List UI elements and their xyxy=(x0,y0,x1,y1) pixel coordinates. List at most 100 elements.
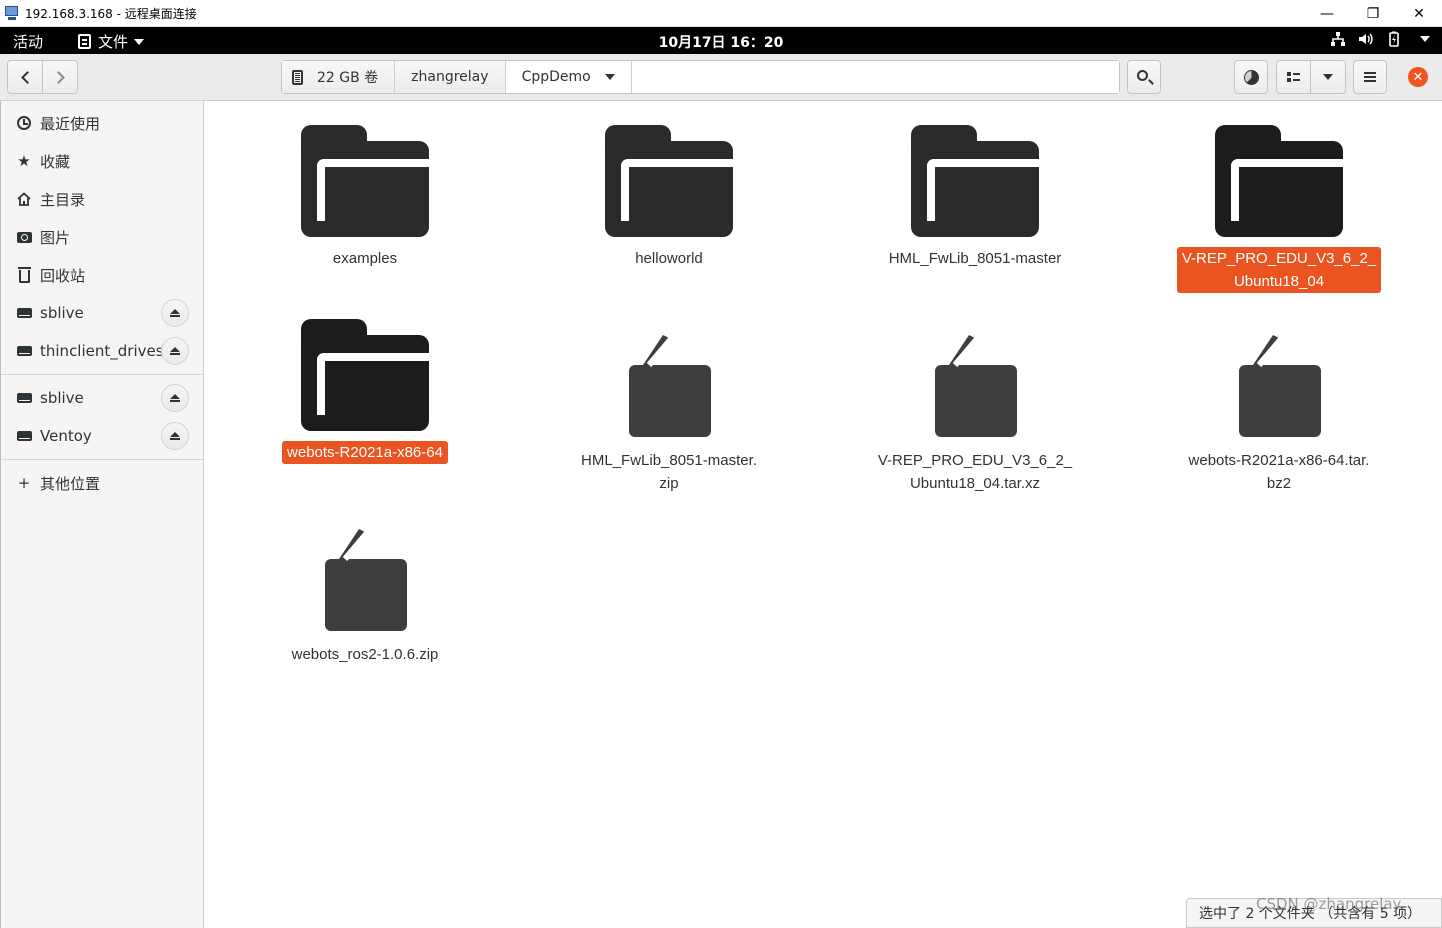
sidebar-item-pictures[interactable]: 图片 xyxy=(1,218,204,256)
eject-button[interactable] xyxy=(161,337,189,365)
plus-icon: + xyxy=(17,474,31,492)
drive-icon xyxy=(16,390,32,406)
sidebar-divider xyxy=(1,374,204,375)
file-item-archive[interactable]: webots_ros2-1.0.6.zip xyxy=(245,525,485,666)
file-item-folder[interactable]: examples xyxy=(245,125,485,270)
file-name: HML_FwLib_8051-master xyxy=(888,250,1062,267)
file-name: V-REP_PRO_EDU_V3_6_2_ Ubuntu18_04 xyxy=(1176,247,1382,293)
path-bar-empty-area[interactable] xyxy=(631,61,1119,93)
eject-icon xyxy=(170,432,180,437)
sidebar-item-drive-ventoy[interactable]: Ventoy xyxy=(1,417,204,455)
file-item-folder-selected[interactable]: V-REP_PRO_EDU_V3_6_2_ Ubuntu18_04 xyxy=(1159,125,1399,293)
selection-status: 选中了 2 个文件夹 （共含有 5 项） xyxy=(1186,898,1442,928)
hamburger-icon xyxy=(1364,76,1376,78)
sidebar-item-drive-sblive-2[interactable]: sblive xyxy=(1,379,204,417)
file-name: helloworld xyxy=(635,250,703,267)
window-title: 192.168.3.168 - 远程桌面连接 xyxy=(25,6,197,21)
minimize-button[interactable]: — xyxy=(1304,0,1350,27)
sidebar-item-other-locations[interactable]: + 其他位置 xyxy=(1,464,204,502)
restore-button[interactable]: ❐ xyxy=(1350,0,1396,27)
search-button[interactable] xyxy=(1127,60,1161,94)
path-crumb-label: 22 GB 卷 xyxy=(317,70,379,86)
drive-icon xyxy=(16,428,32,444)
eject-icon xyxy=(170,394,180,399)
sidebar-item-label: sblive xyxy=(40,389,84,407)
archive-icon xyxy=(325,529,407,631)
path-crumb-current[interactable]: CppDemo xyxy=(505,61,632,93)
chevron-down-icon xyxy=(1323,74,1333,80)
sidebar-item-drive-sblive[interactable]: sblive xyxy=(1,294,204,332)
rdp-titlebar: 192.168.3.168 - 远程桌面连接 — ❐ ✕ xyxy=(0,0,1442,27)
path-bar: 22 GB 卷 zhangrelay CppDemo xyxy=(281,60,1120,94)
chevron-left-icon xyxy=(20,70,34,84)
eject-button[interactable] xyxy=(161,422,189,450)
trash-icon xyxy=(16,267,32,283)
camera-icon xyxy=(16,229,32,245)
file-name: webots-R2021a-x86-64 xyxy=(282,441,448,464)
folder-icon xyxy=(301,125,429,237)
remote-desktop-icon xyxy=(4,5,20,21)
eject-button[interactable] xyxy=(161,299,189,327)
folder-icon xyxy=(911,125,1039,237)
file-item-folder[interactable]: helloworld xyxy=(549,125,789,270)
star-icon: ★ xyxy=(17,152,31,170)
operations-button[interactable] xyxy=(1234,60,1268,94)
folder-icon xyxy=(301,319,429,431)
file-name: V-REP_PRO_EDU_V3_6_2_ Ubuntu18_04.tar.xz xyxy=(877,452,1073,492)
folder-icon xyxy=(605,125,733,237)
path-crumb-label: CppDemo xyxy=(521,69,591,85)
places-sidebar: 最近使用 ★ 收藏 主目录 图片 回收站 sblive thinclient_d… xyxy=(0,101,204,928)
gnome-top-bar: 活动 文件 10月17日 16：20 xyxy=(0,27,1442,54)
eject-button[interactable] xyxy=(161,384,189,412)
archive-icon xyxy=(1239,335,1321,437)
path-crumb-home[interactable]: zhangrelay xyxy=(395,61,506,93)
view-options-button[interactable] xyxy=(1310,60,1346,94)
file-item-folder-selected[interactable]: webots-R2021a-x86-64 xyxy=(245,319,485,464)
sidebar-item-starred[interactable]: ★ 收藏 xyxy=(1,142,204,180)
archive-icon xyxy=(935,335,1017,437)
path-crumb-label: zhangrelay xyxy=(411,69,489,85)
activities-button[interactable]: 活动 xyxy=(13,31,43,52)
drive-icon xyxy=(16,343,32,359)
forward-button[interactable] xyxy=(42,60,78,94)
close-icon[interactable]: ✕ xyxy=(1408,67,1428,87)
list-view-icon xyxy=(1287,72,1300,82)
selection-status-text: 选中了 2 个文件夹 （共含有 5 项） xyxy=(1199,906,1422,922)
sidebar-item-label: 其他位置 xyxy=(40,474,101,493)
close-window-button[interactable]: ✕ xyxy=(1396,0,1442,27)
file-view[interactable]: examples helloworld HML_FwLib_8051-maste… xyxy=(205,101,1442,928)
file-item-archive[interactable]: V-REP_PRO_EDU_V3_6_2_ Ubuntu18_04.tar.xz xyxy=(855,331,1095,495)
search-icon xyxy=(1137,70,1148,81)
app-menu-caret-icon xyxy=(134,38,145,45)
sidebar-item-recent[interactable]: 最近使用 xyxy=(1,104,204,142)
sidebar-item-label: thinclient_drives xyxy=(40,342,164,360)
sidebar-item-home[interactable]: 主目录 xyxy=(1,180,204,218)
eject-icon xyxy=(170,347,180,352)
drive-icon xyxy=(16,305,32,321)
clock[interactable]: 10月17日 16：20 xyxy=(0,32,1442,52)
sidebar-item-trash[interactable]: 回收站 xyxy=(1,256,204,294)
system-tray[interactable] xyxy=(1330,31,1430,47)
eject-icon xyxy=(170,309,180,314)
sidebar-item-label: 主目录 xyxy=(40,190,86,209)
sidebar-item-label: 回收站 xyxy=(40,266,86,285)
sidebar-item-drive-thinclient[interactable]: thinclient_drives xyxy=(1,332,204,370)
files-app-icon xyxy=(78,34,91,49)
file-item-archive[interactable]: webots-R2021a-x86-64.tar. bz2 xyxy=(1159,331,1399,495)
main-menu-button[interactable] xyxy=(1353,60,1387,94)
sidebar-item-label: sblive xyxy=(40,304,84,322)
view-mode-button[interactable] xyxy=(1276,60,1311,94)
file-item-folder[interactable]: HML_FwLib_8051-master xyxy=(855,125,1095,270)
file-name: webots_ros2-1.0.6.zip xyxy=(291,646,439,663)
sidebar-item-label: 最近使用 xyxy=(40,114,101,133)
back-button[interactable] xyxy=(7,60,43,94)
folder-icon xyxy=(1215,125,1343,237)
sidebar-item-label: 收藏 xyxy=(40,152,71,171)
path-crumb-volume[interactable]: 22 GB 卷 xyxy=(282,61,396,93)
app-menu[interactable]: 文件 xyxy=(78,31,145,52)
sidebar-item-label: Ventoy xyxy=(40,427,92,445)
home-icon xyxy=(16,191,32,207)
file-item-archive[interactable]: HML_FwLib_8051-master. zip xyxy=(549,331,789,495)
app-menu-label: 文件 xyxy=(98,33,129,51)
sidebar-item-label: 图片 xyxy=(40,228,71,247)
